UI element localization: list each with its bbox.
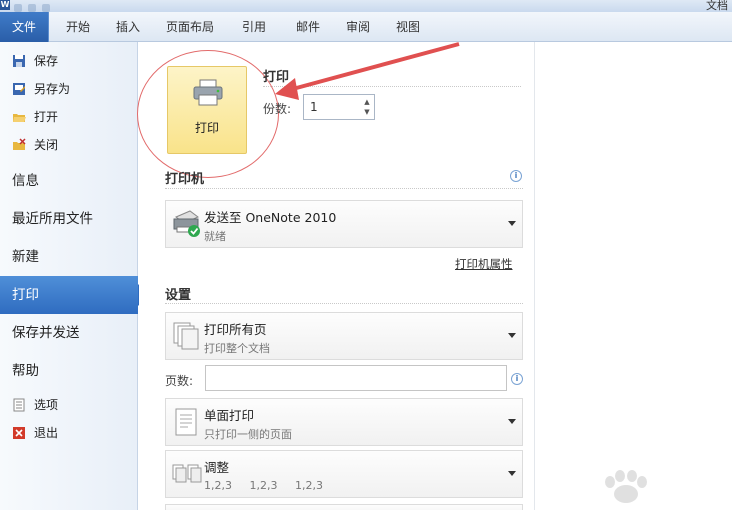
print-button[interactable]: 打印 — [167, 66, 247, 154]
divider — [165, 303, 523, 304]
copies-value: 1 — [310, 100, 318, 114]
tab-mailings[interactable]: 邮件 — [286, 12, 330, 42]
print-button-label: 打印 — [194, 121, 219, 135]
print-sides-dropdown[interactable]: 单面打印 只打印一侧的页面 — [165, 398, 523, 446]
print-preview-pane — [536, 42, 732, 510]
print-sides-title: 单面打印 — [204, 408, 255, 423]
nav-options-label: 选项 — [34, 398, 59, 412]
next-setting-dropdown[interactable] — [165, 504, 523, 510]
nav-close[interactable]: 关闭 — [0, 132, 138, 158]
nav-save-label: 保存 — [34, 54, 59, 68]
copies-spin-buttons[interactable]: ▲ ▼ — [362, 97, 372, 117]
single-sided-icon — [175, 408, 197, 436]
nav-print[interactable]: 打印 — [0, 276, 148, 314]
save-icon — [13, 55, 25, 67]
printer-name: 发送至 OneNote 2010 — [204, 210, 337, 225]
divider — [165, 188, 523, 189]
ribbon-tab-row: 文件 开始 插入 页面布局 引用 邮件 审阅 视图 — [0, 12, 732, 42]
printer-info-icon[interactable]: i — [510, 170, 522, 182]
divider — [263, 86, 521, 87]
tab-file[interactable]: 文件 — [0, 12, 49, 42]
title-bar: W 文档 — [0, 0, 732, 12]
tab-view[interactable]: 视图 — [386, 12, 430, 42]
nav-new[interactable]: 新建 — [0, 238, 138, 276]
backstage-nav: 保存 另存为 打开 关闭 信息 最近所用文件 新建 打印 保存并发送 帮助 选项… — [0, 42, 148, 510]
tab-home[interactable]: 开始 — [54, 12, 102, 42]
print-sides-subtitle: 只打印一侧的页面 — [204, 428, 292, 441]
printer-status-icon — [173, 210, 200, 237]
chevron-down-icon — [508, 333, 516, 338]
nav-options[interactable]: 选项 — [0, 392, 138, 418]
printer-section-title: 打印机 — [165, 172, 205, 187]
nav-recent[interactable]: 最近所用文件 — [0, 200, 138, 238]
save-as-icon — [13, 83, 25, 95]
exit-icon — [13, 427, 25, 439]
chevron-down-icon — [508, 419, 516, 424]
nav-open-label: 打开 — [34, 110, 59, 124]
settings-section-title: 设置 — [165, 288, 192, 303]
print-range-subtitle: 打印整个文档 — [204, 342, 270, 355]
tab-insert[interactable]: 插入 — [104, 12, 152, 42]
printer-icon — [193, 79, 223, 106]
nav-open[interactable]: 打开 — [0, 104, 138, 130]
quick-access-toolbar[interactable] — [14, 1, 94, 12]
open-folder-icon — [13, 114, 26, 122]
nav-info[interactable]: 信息 — [0, 162, 138, 200]
copies-label: 份数: — [263, 102, 292, 116]
nav-exit[interactable]: 退出 — [0, 420, 138, 446]
copies-stepper[interactable]: 1 ▲ ▼ — [303, 94, 375, 120]
nav-save-as[interactable]: 另存为 — [0, 76, 138, 102]
nav-close-label: 关闭 — [34, 138, 59, 152]
print-settings-panel: 打印 打印 份数: 1 ▲ ▼ 打印机 i 发送至 OneNote 2010 就绪… — [137, 42, 535, 510]
pages-input[interactable] — [205, 365, 507, 391]
printer-status: 就绪 — [204, 230, 226, 243]
collate-icon — [172, 464, 202, 483]
nav-exit-label: 退出 — [34, 426, 59, 440]
paw-watermark-icon — [605, 470, 647, 503]
nav-save[interactable]: 保存 — [0, 48, 138, 74]
options-icon — [13, 398, 25, 412]
nav-save-as-label: 另存为 — [34, 82, 71, 96]
pages-info-icon[interactable]: i — [511, 373, 523, 385]
collate-title: 调整 — [204, 460, 230, 475]
tab-review[interactable]: 审阅 — [336, 12, 380, 42]
collate-subtitle: 1,2,3 1,2,3 1,2,3 — [204, 479, 323, 492]
word-app-icon: W — [0, 0, 10, 10]
collate-dropdown[interactable]: 调整 1,2,3 1,2,3 1,2,3 — [165, 450, 523, 498]
nav-help[interactable]: 帮助 — [0, 352, 138, 390]
pages-label: 页数: — [165, 374, 194, 388]
printer-properties-link[interactable]: 打印机属性 — [455, 256, 513, 272]
nav-save-send[interactable]: 保存并发送 — [0, 314, 138, 352]
tab-page-layout[interactable]: 页面布局 — [158, 12, 222, 42]
pages-icon — [173, 322, 199, 350]
tab-references[interactable]: 引用 — [232, 12, 276, 42]
chevron-down-icon — [508, 221, 516, 226]
print-range-title: 打印所有页 — [204, 322, 267, 337]
close-folder-icon — [13, 138, 26, 150]
printer-dropdown[interactable]: 发送至 OneNote 2010 就绪 — [165, 200, 523, 248]
chevron-down-icon — [508, 471, 516, 476]
print-range-dropdown[interactable]: 打印所有页 打印整个文档 — [165, 312, 523, 360]
print-header: 打印 — [263, 70, 290, 85]
